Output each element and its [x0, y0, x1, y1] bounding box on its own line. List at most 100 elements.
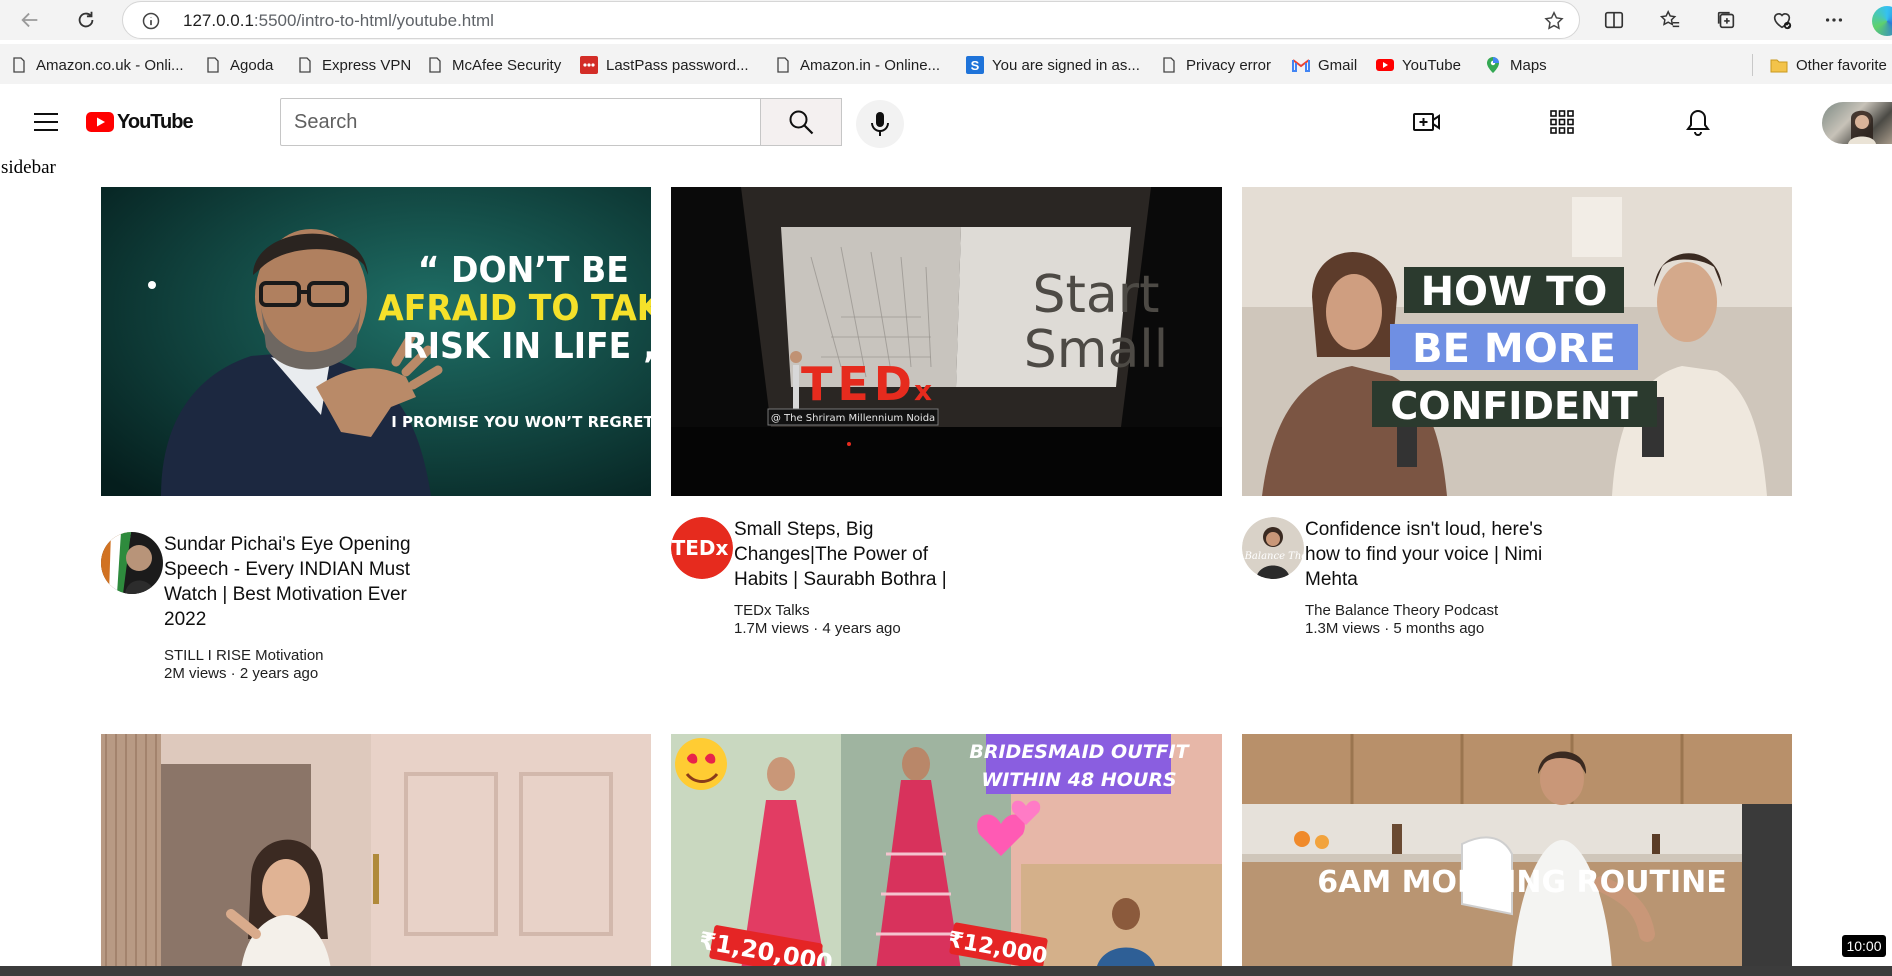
more-dots-icon: [1825, 18, 1843, 22]
apps-button[interactable]: [1546, 106, 1578, 138]
voice-search-button[interactable]: [856, 100, 904, 148]
bookmark-label: LastPass password...: [606, 56, 749, 74]
video-channel-name[interactable]: STILL I RISE Motivation: [164, 647, 324, 664]
tedx-logo-icon: TEDx: [671, 517, 733, 579]
bookmark-express-vpn[interactable]: Express VPN: [296, 54, 411, 76]
video-thumbnail[interactable]: BRIDESMAID OUTFIT WITHIN 48 HOURS ₹1,20,…: [671, 734, 1222, 970]
refresh-button[interactable]: [70, 4, 102, 36]
bookmark-amazon-uk[interactable]: Amazon.co.uk - Onli...: [10, 54, 184, 76]
search-input[interactable]: [281, 99, 760, 145]
thumb-text: HOW TO: [1421, 269, 1608, 315]
create-video-button[interactable]: [1411, 106, 1443, 138]
url-path: :5500/intro-to-html/youtube.html: [253, 11, 494, 30]
bookmark-label: YouTube: [1402, 56, 1461, 74]
favorites-button[interactable]: [1654, 4, 1686, 36]
bell-icon: [1686, 109, 1710, 136]
channel-avatar[interactable]: [101, 532, 163, 594]
page-icon: [1163, 57, 1175, 73]
settings-more-button[interactable]: [1818, 4, 1850, 36]
search-button[interactable]: [760, 98, 842, 146]
video-info: TEDx Small Steps, Big Changes|The Power …: [671, 517, 1222, 667]
url-host: 127.0.0.1: [183, 11, 254, 30]
search-box: [280, 98, 761, 146]
info-icon[interactable]: [141, 11, 161, 31]
bookmark-maps[interactable]: Maps: [1484, 54, 1547, 76]
bookmark-label: Maps: [1510, 56, 1547, 74]
bookmark-youtube[interactable]: YouTube: [1376, 54, 1461, 76]
thumb-text: TED: [801, 357, 917, 411]
youtube-page: YouTube side: [0, 86, 1892, 970]
bookmark-mcafee[interactable]: McAfee Security: [426, 54, 561, 76]
page-icon: [429, 57, 441, 73]
video-thumbnail[interactable]: [101, 734, 651, 970]
video-channel-name[interactable]: TEDx Talks: [734, 602, 810, 619]
apps-grid-icon: [1550, 110, 1574, 134]
youtube-logo-text: YouTube: [117, 110, 194, 133]
bookmark-label: Agoda: [230, 56, 274, 74]
thumbnail-image: HOW TO BE MORE CONFIDENT: [1242, 187, 1792, 496]
collections-button[interactable]: [1710, 4, 1742, 36]
channel-avatar[interactable]: TEDx: [671, 517, 733, 579]
video-thumbnail[interactable]: “ DON’T BE AFRAID TO TAKE RISK IN LIFE „…: [101, 187, 651, 496]
video-thumbnail[interactable]: Start Small TED x @ The Shriram Millenni…: [671, 187, 1222, 496]
bookmark-lastpass[interactable]: LastPass password...: [580, 54, 749, 76]
thumbnail-image: BRIDESMAID OUTFIT WITHIN 48 HOURS ₹1,20,…: [671, 734, 1222, 970]
bookmark-label: McAfee Security: [452, 56, 562, 74]
video-thumbnail[interactable]: 6AM MORNING ROUTINE: [1242, 734, 1792, 970]
svg-text:S: S: [971, 58, 980, 73]
bookmark-agoda[interactable]: Agoda: [204, 54, 273, 76]
thumbnail-image: 6AM MORNING ROUTINE: [1242, 734, 1792, 970]
bookmark-label: Other favorite: [1796, 56, 1887, 74]
address-bar[interactable]: 127.0.0.1:5500/intro-to-html/youtube.htm…: [122, 1, 1580, 39]
thumbnail-image: [101, 734, 651, 970]
bookmark-privacy-error[interactable]: Privacy error: [1160, 54, 1271, 76]
video-title[interactable]: Small Steps, Big Changes|The Power of Ha…: [734, 517, 984, 592]
menu-button[interactable]: [30, 108, 62, 136]
taskbar-strip: [0, 966, 1892, 976]
channel-avatar-image: [101, 532, 163, 594]
bookmark-label: You are signed in as...: [992, 56, 1140, 74]
thumb-text: @ The Shriram Millennium Noida: [771, 413, 935, 424]
lastpass-icon: [580, 56, 598, 74]
video-title[interactable]: Sundar Pichai's Eye Opening Speech - Eve…: [164, 532, 414, 632]
bookmark-label: Express VPN: [322, 56, 412, 74]
thumb-text: “ DON’T BE: [418, 250, 629, 292]
video-channel-name[interactable]: The Balance Theory Podcast: [1305, 602, 1498, 619]
thumb-text: Start: [1032, 265, 1159, 325]
bookmark-gmail[interactable]: Gmail: [1292, 54, 1357, 76]
bookmark-divider: [1752, 54, 1753, 76]
thumbnail-image: “ DON’T BE AFRAID TO TAKE RISK IN LIFE „…: [101, 187, 651, 496]
bookmark-label: Amazon.co.uk - Onli...: [36, 56, 184, 74]
collections-icon: [1717, 11, 1735, 29]
avatar[interactable]: [1822, 102, 1892, 144]
video-stats: 2M views · 2 years ago: [164, 665, 319, 682]
bookmark-signed-in[interactable]: S You are signed in as...: [966, 54, 1140, 76]
thumb-text: AFRAID TO TAKE: [378, 288, 651, 330]
back-arrow-icon: [21, 12, 38, 28]
favorite-star-icon[interactable]: [1543, 10, 1565, 32]
sidebar: sidebar: [1, 157, 56, 178]
channel-avatar[interactable]: The Balance Theory: [1242, 517, 1304, 579]
youtube-logo-icon: [86, 112, 114, 132]
hamburger-menu-icon: [34, 113, 58, 131]
profile-photo: [1848, 110, 1876, 144]
split-screen-button[interactable]: [1598, 4, 1630, 36]
youtube-logo[interactable]: YouTube: [86, 110, 194, 134]
thumb-text: I PROMISE YOU WON’T REGRET IT: [391, 413, 651, 431]
video-stats: 1.3M views · 5 months ago: [1305, 620, 1485, 637]
copilot-icon[interactable]: [1872, 6, 1892, 36]
browser-health-button[interactable]: [1766, 4, 1798, 36]
notifications-button[interactable]: [1682, 106, 1714, 138]
heart-health-icon: [1773, 13, 1792, 30]
bookmark-other-favorites[interactable]: Other favorite: [1770, 54, 1887, 76]
bookmark-amazon-in[interactable]: Amazon.in - Online...: [774, 54, 940, 76]
address-url[interactable]: 127.0.0.1:5500/intro-to-html/youtube.htm…: [183, 11, 494, 31]
bookmark-label: Amazon.in - Online...: [800, 56, 941, 74]
video-thumbnail[interactable]: HOW TO BE MORE CONFIDENT: [1242, 187, 1792, 496]
video-title[interactable]: Confidence isn't loud, here's how to fin…: [1305, 517, 1555, 592]
video-camera-add-icon: [1413, 113, 1440, 131]
microphone-icon: [871, 112, 889, 136]
back-button[interactable]: [14, 4, 46, 36]
maps-icon: [1487, 57, 1499, 73]
thumb-text: WITHIN 48 HOURS: [981, 769, 1176, 791]
